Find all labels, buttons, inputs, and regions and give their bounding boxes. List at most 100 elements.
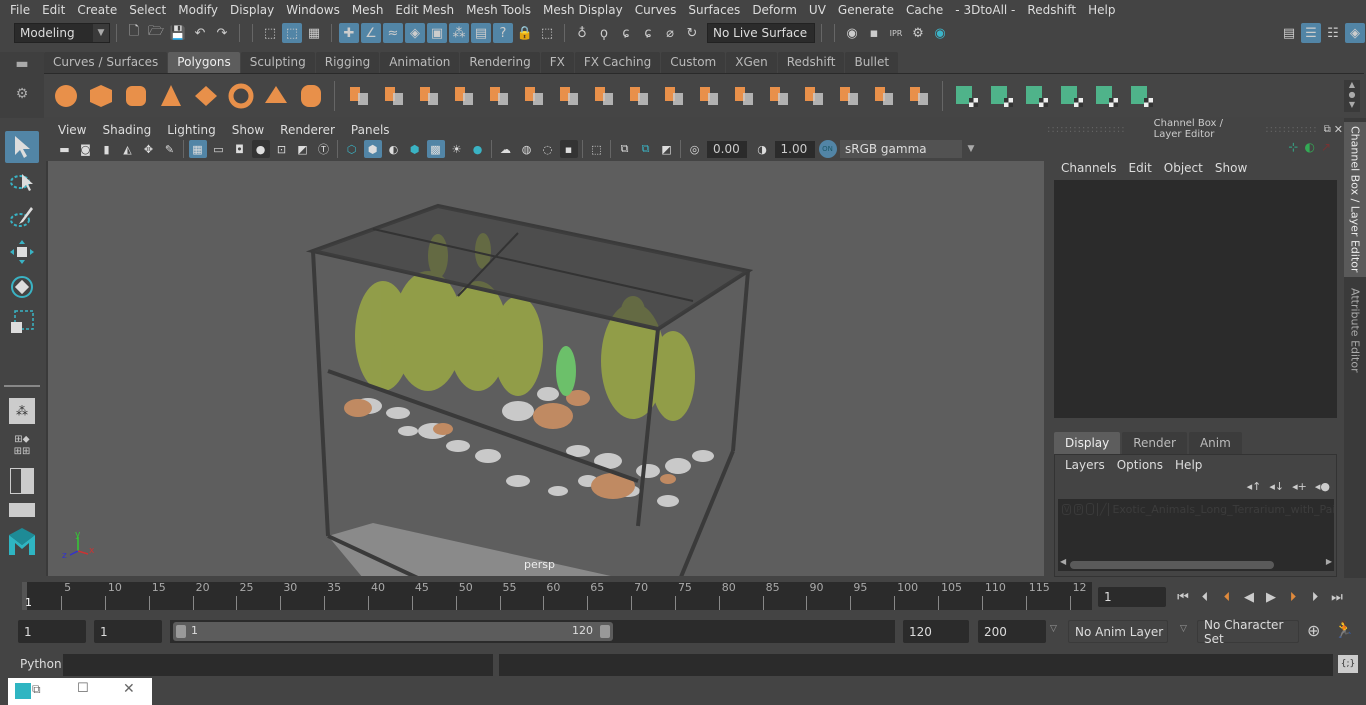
automatic-uv-icon[interactable]: [1022, 81, 1052, 111]
xray-components-icon[interactable]: ◩: [658, 140, 676, 158]
symmetry-icon[interactable]: ♁: [572, 23, 592, 43]
field-chart-icon[interactable]: ⊡: [273, 140, 291, 158]
step-back-frame-icon[interactable]: ⏴: [1194, 586, 1216, 608]
anim-layer-field[interactable]: No Anim Layer: [1068, 620, 1168, 643]
menu-mesh-tools[interactable]: Mesh Tools: [460, 3, 537, 17]
mirror-icon[interactable]: [414, 81, 444, 111]
command-input[interactable]: [63, 654, 493, 676]
grease-pencil-icon[interactable]: ✎: [161, 140, 179, 158]
uv-editor-icon[interactable]: [1092, 81, 1122, 111]
current-frame-field[interactable]: 1: [1098, 587, 1166, 607]
new-layer-from-selection-icon[interactable]: ◂●: [1315, 480, 1330, 493]
restore-icon[interactable]: ⧉: [32, 682, 41, 697]
shelf-tab-redshift[interactable]: Redshift: [777, 52, 845, 73]
layer-playback-toggle[interactable]: P: [1074, 503, 1084, 515]
hyperbolic-icon[interactable]: ↗: [1321, 140, 1331, 158]
safe-action-icon[interactable]: ◩: [294, 140, 312, 158]
select-tool-icon[interactable]: [5, 131, 39, 163]
auto-key-icon[interactable]: ⊕: [1307, 621, 1320, 640]
exposure-icon[interactable]: ◎: [686, 140, 704, 158]
viewport-menu-lighting[interactable]: Lighting: [159, 123, 224, 137]
menu-curves[interactable]: Curves: [629, 3, 683, 17]
layer-tab-anim[interactable]: Anim: [1188, 432, 1242, 454]
save-scene-icon[interactable]: 💾: [168, 23, 188, 43]
poly-plane-icon[interactable]: [191, 81, 221, 111]
poly-torus-icon[interactable]: [226, 81, 256, 111]
lasso-icon[interactable]: ϙ: [594, 23, 614, 43]
menu-generate[interactable]: Generate: [832, 3, 900, 17]
scroll-left-icon[interactable]: ◀: [1060, 557, 1066, 566]
menu-mesh-display[interactable]: Mesh Display: [537, 3, 629, 17]
character-set-field[interactable]: No Character Set: [1197, 618, 1299, 646]
camera-select-icon[interactable]: ▬: [56, 140, 74, 158]
undo-icon[interactable]: ↶: [190, 23, 210, 43]
close-panel-icon[interactable]: ✕: [1334, 123, 1343, 136]
select-component-icon[interactable]: ▦: [304, 23, 324, 43]
wireframe-icon[interactable]: ⬡: [343, 140, 361, 158]
anti-aliasing-icon[interactable]: ◌: [539, 140, 557, 158]
animation-start-field[interactable]: 1: [18, 620, 86, 643]
spherical-uv-icon[interactable]: [987, 81, 1017, 111]
image-plane-icon[interactable]: ◭: [119, 140, 137, 158]
layer-hscrollbar[interactable]: ◀ ▶: [1058, 557, 1334, 571]
menu-modify[interactable]: Modify: [172, 3, 224, 17]
menu-edit[interactable]: Edit: [36, 3, 71, 17]
extract-icon[interactable]: [484, 81, 514, 111]
ipr-render-icon[interactable]: IPR: [886, 23, 906, 43]
layer-tab-display[interactable]: Display: [1054, 432, 1121, 454]
fill-hole-icon[interactable]: [799, 81, 829, 111]
shelf-tab-custom[interactable]: Custom: [661, 52, 726, 73]
isolate-select-icon[interactable]: ⬚: [588, 140, 606, 158]
menu-surfaces[interactable]: Surfaces: [682, 3, 746, 17]
resolution-gate-icon[interactable]: ◘: [231, 140, 249, 158]
xray-joints-icon[interactable]: ⧉: [637, 140, 655, 158]
color-management-toggle-icon[interactable]: ON: [818, 140, 837, 158]
viewport-menu-panels[interactable]: Panels: [343, 123, 398, 137]
snap-point-icon[interactable]: ≈: [383, 23, 403, 43]
new-layer-icon[interactable]: ◂+: [1292, 480, 1307, 493]
poly-cube-icon[interactable]: [86, 81, 116, 111]
magnet-icon[interactable]: ⌀: [660, 23, 680, 43]
poly-cylinder-icon[interactable]: [121, 81, 151, 111]
move-layer-down-icon[interactable]: ◂↓: [1269, 480, 1284, 493]
2d-pan-zoom-icon[interactable]: ✥: [140, 140, 158, 158]
snap-live-icon[interactable]: ▣: [427, 23, 447, 43]
wireframe-on-shaded-icon[interactable]: ⬢: [406, 140, 424, 158]
poly-pyramid-icon[interactable]: [261, 81, 291, 111]
select-lock-icon[interactable]: ⬚: [537, 23, 557, 43]
layer-row[interactable]: V P ╱ Exotic_Animals_Long_Terrarium_with_Pa…: [1058, 499, 1334, 519]
manipulator-icon[interactable]: ⊹: [1288, 140, 1298, 158]
bevel-icon[interactable]: [624, 81, 654, 111]
select-hierarchy-icon[interactable]: ⬚: [260, 23, 280, 43]
gear-icon[interactable]: ⚙: [0, 86, 44, 102]
use-lights-icon[interactable]: ☀: [448, 140, 466, 158]
script-editor-icon[interactable]: {;}: [1338, 655, 1358, 673]
menu-mesh[interactable]: Mesh: [346, 3, 390, 17]
shelf-menu-icon[interactable]: ▬: [0, 56, 44, 72]
cylindrical-uv-icon[interactable]: [952, 81, 982, 111]
smooth-shade-icon[interactable]: ⬢: [363, 140, 382, 158]
maximize-icon[interactable]: ☐: [77, 681, 89, 696]
paint-select-tool-icon[interactable]: [5, 201, 39, 233]
poly-pipe-icon[interactable]: [296, 81, 326, 111]
menu-create[interactable]: Create: [71, 3, 123, 17]
soft-select-icon[interactable]: ɕ: [616, 23, 636, 43]
channel-box-menu-channels[interactable]: Channels: [1055, 161, 1123, 175]
range-start-handle[interactable]: [176, 625, 186, 638]
shelf-tab-rigging[interactable]: Rigging: [315, 52, 380, 73]
separate-icon[interactable]: [379, 81, 409, 111]
textured-icon[interactable]: ▩: [426, 140, 445, 158]
smooth-icon[interactable]: [449, 81, 479, 111]
gate-mask-icon[interactable]: ●: [251, 140, 270, 158]
film-gate-icon[interactable]: ▭: [210, 140, 228, 158]
persp-graph-layout-icon[interactable]: [5, 500, 39, 520]
modeling-toolkit-icon[interactable]: ▤: [1279, 23, 1299, 43]
step-forward-key-icon[interactable]: ⏵: [1282, 586, 1304, 608]
viewport-menu-renderer[interactable]: Renderer: [272, 123, 343, 137]
command-language-label[interactable]: Python: [20, 657, 62, 671]
go-to-end-icon[interactable]: ⏭: [1326, 586, 1348, 608]
channel-box-icon[interactable]: ◈: [1345, 23, 1365, 43]
rotate-tool-icon[interactable]: [5, 271, 39, 303]
target-weld-icon[interactable]: [834, 81, 864, 111]
shelf-tab-animation[interactable]: Animation: [380, 52, 460, 73]
